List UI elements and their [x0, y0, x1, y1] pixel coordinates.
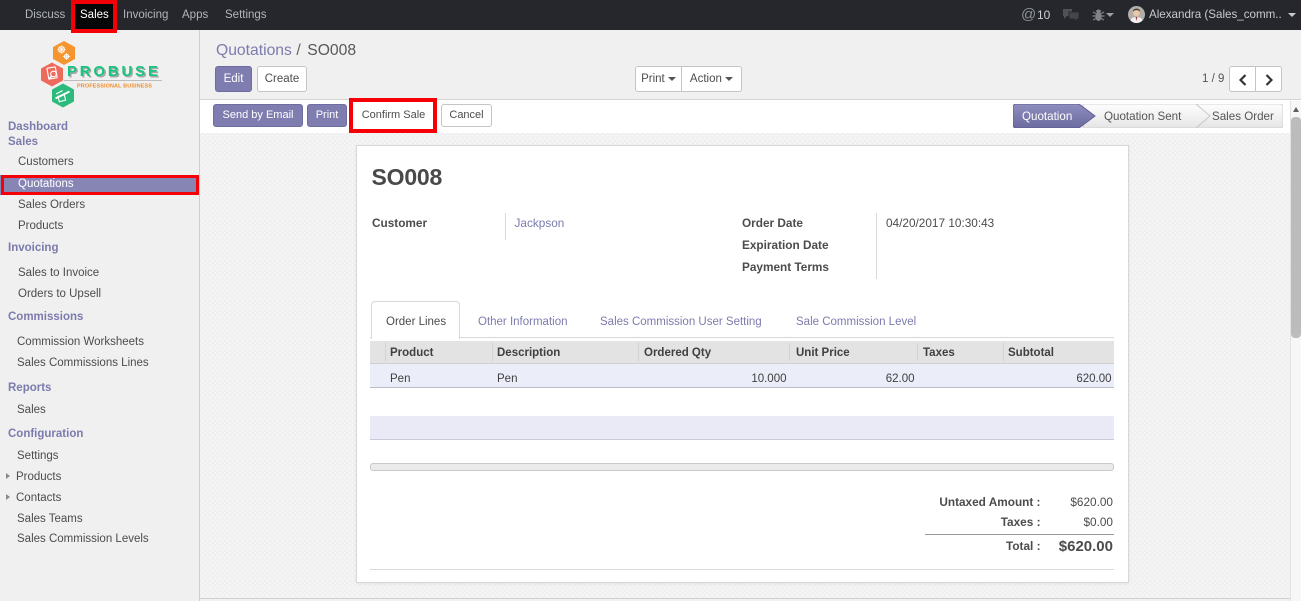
svg-text:Sales Order: Sales Order	[1212, 110, 1274, 123]
svg-text:Quotation: Quotation	[1022, 110, 1072, 123]
svg-text:Quotation Sent: Quotation Sent	[1104, 110, 1182, 123]
